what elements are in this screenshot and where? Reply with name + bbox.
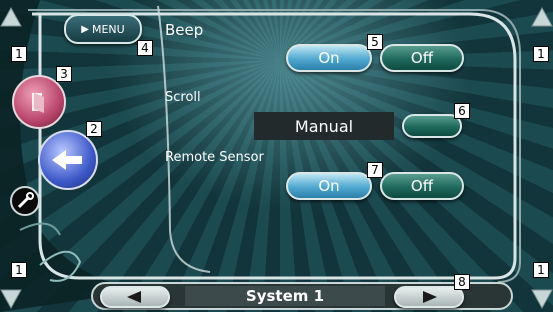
- setting-title: Beep: [165, 21, 204, 39]
- scroll-value-display: Manual: [254, 112, 394, 140]
- previous-page-button[interactable]: [100, 286, 170, 308]
- callout-4: 4: [137, 40, 153, 56]
- scroll-up-arrow-icon[interactable]: [531, 6, 553, 34]
- page-title: System 1: [245, 287, 325, 305]
- callout-1-bottom-left: 1: [11, 262, 27, 278]
- remote-sensor-label: Remote Sensor: [165, 150, 264, 165]
- callout-1-top-right: 1: [533, 46, 549, 62]
- right-arrow-icon: [423, 291, 437, 303]
- beep-off-button[interactable]: Off: [380, 44, 464, 72]
- scroll-toggle-button[interactable]: [402, 114, 462, 138]
- scroll-down-arrow-icon[interactable]: [531, 284, 553, 312]
- exit-icon: [32, 93, 44, 113]
- play-menu-icon: ▶: [81, 23, 89, 35]
- menu-button[interactable]: ▶ MENU: [64, 14, 142, 44]
- remote-sensor-on-button[interactable]: On: [286, 172, 372, 200]
- scroll-down-arrow-icon[interactable]: [0, 284, 22, 312]
- callout-1-bottom-right: 1: [533, 262, 549, 278]
- return-button[interactable]: [38, 130, 98, 190]
- wrench-icon: [17, 192, 34, 209]
- scroll-label: Scroll: [165, 90, 201, 105]
- callout-7: 7: [367, 162, 383, 178]
- callout-2: 2: [86, 121, 102, 137]
- callout-3: 3: [56, 66, 72, 82]
- setup-button[interactable]: [10, 186, 40, 216]
- beep-on-button[interactable]: On: [286, 44, 372, 72]
- return-icon: [52, 150, 82, 170]
- left-arrow-icon: [127, 291, 141, 303]
- remote-sensor-off-button[interactable]: Off: [380, 172, 464, 200]
- callout-8: 8: [454, 274, 470, 290]
- menu-label: MENU: [91, 22, 125, 36]
- callout-6: 6: [454, 103, 470, 119]
- callout-5: 5: [367, 34, 383, 50]
- setup-screen: ▶ MENU Beep On Off Scroll Manual Remote …: [0, 0, 553, 312]
- callout-1-top-left: 1: [11, 46, 27, 62]
- exit-button[interactable]: [12, 75, 66, 129]
- scroll-up-arrow-icon[interactable]: [0, 6, 22, 34]
